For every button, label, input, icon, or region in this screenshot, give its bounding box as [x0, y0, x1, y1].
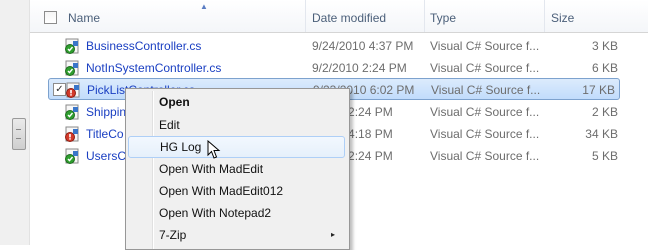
file-name[interactable]: Shippin [86, 105, 126, 119]
file-row[interactable]: NotInSystemController.cs 9/2/2010 2:24 P… [30, 57, 648, 79]
cs-file-green-check-icon [65, 38, 79, 54]
cs-file-green-check-icon [65, 60, 79, 76]
menu-item-7zip-label: 7-Zip [159, 228, 187, 242]
cs-file-red-modified-icon [65, 126, 79, 142]
column-separator[interactable] [305, 0, 306, 32]
select-all-checkbox[interactable] [44, 11, 57, 24]
file-size: 17 KB [582, 83, 615, 97]
row-checkbox[interactable]: ✓ [53, 83, 66, 96]
column-separator[interactable] [424, 0, 425, 32]
vertical-scrollbar[interactable] [0, 0, 30, 245]
file-type: Visual C# Source f... [430, 105, 540, 119]
file-row[interactable]: BusinessController.cs 9/24/2010 4:37 PM … [30, 35, 648, 57]
menu-item-open-with-madedit[interactable]: Open With MadEdit [128, 158, 345, 180]
context-menu: Open Edit HG Log Open With MadEdit Open … [125, 88, 350, 250]
menu-item-open-with-notepad2[interactable]: Open With Notepad2 [128, 202, 345, 224]
cs-file-green-check-icon [65, 148, 79, 164]
file-name[interactable]: TitleCo [86, 127, 124, 141]
column-date-modified[interactable]: Date modified [312, 0, 386, 32]
file-size: 2 KB [591, 105, 618, 119]
file-size: 3 KB [591, 39, 618, 53]
mouse-pointer-icon [207, 140, 221, 159]
menu-item-open[interactable]: Open [128, 91, 345, 113]
file-type: Visual C# Source f... [430, 149, 540, 163]
cs-file-green-check-icon [65, 104, 79, 120]
cs-file-red-modified-icon [66, 82, 80, 98]
menu-item-edit[interactable]: Edit [128, 114, 345, 136]
file-type: Visual C# Source f... [431, 83, 541, 97]
file-size: 34 KB [585, 127, 618, 141]
column-type[interactable]: Type [430, 0, 456, 32]
column-size[interactable]: Size [551, 0, 574, 32]
file-type: Visual C# Source f... [430, 61, 540, 75]
file-size: 6 KB [591, 61, 618, 75]
file-type: Visual C# Source f... [430, 39, 540, 53]
menu-item-open-with-madedit012[interactable]: Open With MadEdit012 [128, 180, 345, 202]
column-name[interactable]: Name [68, 0, 100, 32]
menu-item-hg-log[interactable]: HG Log [128, 136, 345, 158]
menu-item-7zip[interactable]: 7-Zip ▸ [128, 224, 345, 246]
scrollbar-thumb[interactable] [12, 118, 26, 150]
file-name[interactable]: NotInSystemController.cs [86, 61, 221, 75]
file-type: Visual C# Source f... [430, 127, 540, 141]
file-size: 5 KB [591, 149, 618, 163]
sort-ascending-icon: ▲ [200, 2, 208, 11]
column-header: ▲ Name Date modified Type Size [30, 0, 648, 33]
file-date: 9/24/2010 4:37 PM [312, 39, 414, 53]
file-name[interactable]: BusinessController.cs [86, 39, 201, 53]
column-separator[interactable] [544, 0, 545, 32]
submenu-arrow-icon: ▸ [330, 230, 335, 239]
file-date: 9/2/2010 2:24 PM [312, 61, 407, 75]
